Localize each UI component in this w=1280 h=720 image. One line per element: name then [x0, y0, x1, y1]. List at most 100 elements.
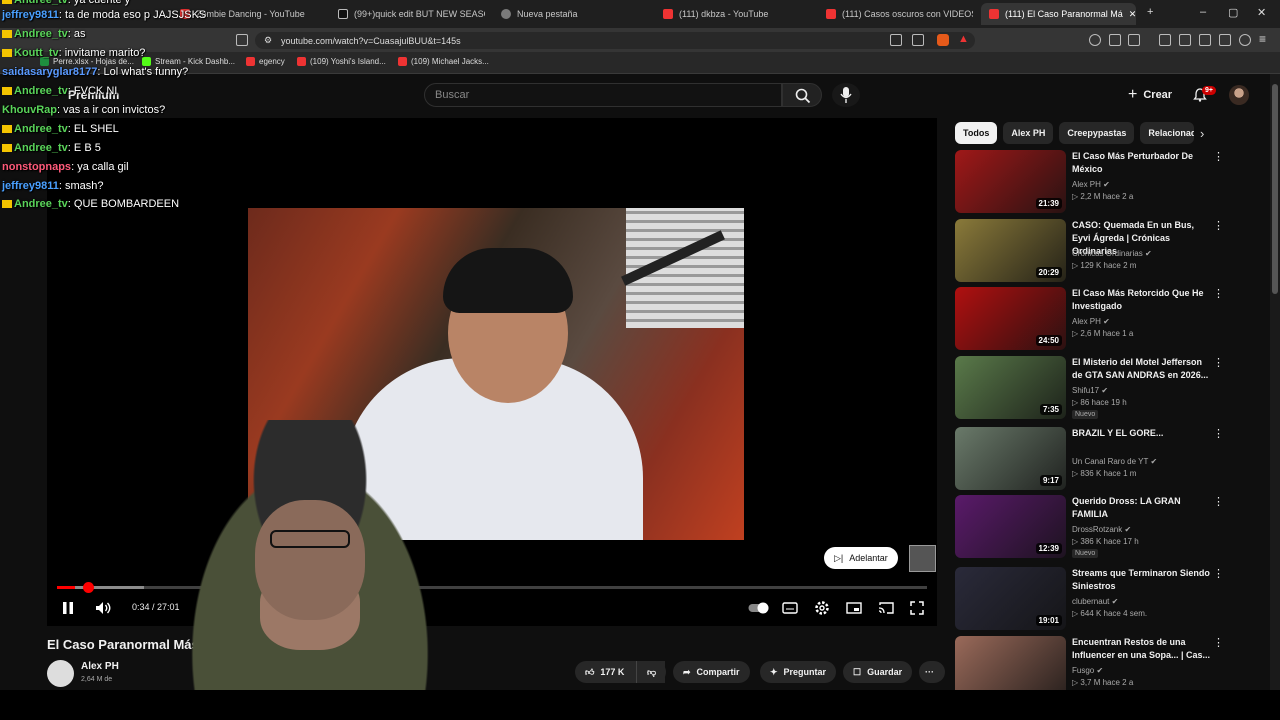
video-thumbnail[interactable]: 21:39 — [955, 150, 1066, 213]
cast-icon[interactable] — [890, 34, 902, 46]
related-video-channel[interactable]: Crónicas Ordinarias ✔ — [1072, 248, 1152, 260]
account-avatar[interactable] — [1229, 85, 1249, 105]
related-video-item[interactable]: 21:39 El Caso Más Perturbador De México Al… — [955, 150, 1225, 214]
bookmark-item[interactable]: (109) Yoshi's Island... — [297, 57, 386, 66]
more-vertical-icon[interactable]: ⋮ — [1213, 356, 1224, 369]
menu-icon[interactable]: ≡ — [1259, 32, 1266, 46]
pause-button[interactable] — [62, 598, 74, 618]
more-vertical-icon[interactable]: ⋮ — [1213, 287, 1224, 300]
chip-relacionado[interactable]: Relacionado — [1140, 122, 1195, 144]
rewards-icon[interactable]: ▲ — [958, 33, 969, 45]
more-vertical-icon[interactable]: ⋮ — [1213, 636, 1224, 649]
chat-username[interactable]: nonstopnaps — [2, 161, 71, 173]
more-actions-button[interactable]: ··· — [919, 661, 945, 683]
chip-todos[interactable]: Todos — [955, 122, 998, 144]
settings-button[interactable] — [814, 598, 830, 618]
page-scrollbar[interactable] — [1270, 74, 1280, 690]
scrollbar-thumb[interactable] — [1272, 84, 1278, 294]
new-tab-button[interactable]: + — [1147, 6, 1153, 18]
related-video-title[interactable]: Querido Dross: LA GRAN FAMILIA — [1072, 495, 1212, 521]
related-video-title[interactable]: El Caso Más Retorcido Que He Investigado — [1072, 287, 1212, 313]
video-thumbnail[interactable]: 20:29 — [955, 219, 1066, 282]
leo-ai-icon[interactable] — [1219, 34, 1231, 46]
voice-search-button[interactable] — [832, 83, 860, 107]
browser-tab[interactable]: (99+)quick edit BUT NEW SEASON — [330, 3, 485, 25]
related-video-channel[interactable]: DrossRotzank ✔ — [1072, 524, 1131, 536]
related-video-title[interactable]: El Caso Más Perturbador De México — [1072, 150, 1212, 176]
skip-button[interactable]: ▷| Adelantar — [824, 547, 898, 569]
more-vertical-icon[interactable]: ⋮ — [1213, 150, 1224, 163]
bookmark-item[interactable]: (109) Michael Jacks... — [398, 57, 489, 66]
close-tab-icon[interactable]: ✕ — [1129, 9, 1136, 20]
chat-username[interactable]: Andree_tv — [14, 28, 68, 40]
chat-username[interactable]: Andree_tv — [14, 123, 68, 135]
shield-icon[interactable] — [1239, 34, 1251, 46]
extensions-icon[interactable] — [1109, 34, 1121, 46]
miniplayer-button[interactable] — [846, 598, 862, 618]
video-thumbnail[interactable]: 12:39 — [955, 495, 1066, 558]
video-thumbnail[interactable]: 7:35 — [955, 356, 1066, 419]
search-button[interactable] — [782, 83, 822, 107]
more-vertical-icon[interactable]: ⋮ — [1213, 219, 1224, 232]
more-vertical-icon[interactable]: ⋮ — [1213, 495, 1224, 508]
related-video-channel[interactable]: Alex PH ✔ — [1072, 316, 1110, 328]
chat-username[interactable]: saidasaryglar8177 — [2, 66, 97, 78]
related-video-item[interactable]: 12:39 Querido Dross: LA GRAN FAMILIA Dross… — [955, 495, 1225, 559]
search-input[interactable]: Buscar — [424, 83, 782, 107]
more-vertical-icon[interactable]: ⋮ — [1213, 427, 1224, 440]
brave-shield-icon[interactable] — [937, 34, 949, 46]
video-thumbnail[interactable]: 24:50 — [955, 287, 1066, 350]
share-icon[interactable] — [912, 34, 924, 46]
chat-username[interactable]: Andree_tv — [14, 142, 68, 154]
dislike-button[interactable]: 👎︎ — [636, 661, 666, 683]
related-video-channel[interactable]: Un Canal Raro de YT ✔ — [1072, 456, 1157, 468]
wallet-icon[interactable] — [1199, 34, 1211, 46]
chat-username[interactable]: KhouvRap — [2, 104, 57, 116]
subtitles-button[interactable] — [782, 598, 798, 618]
related-video-item[interactable]: 7:35 El Misterio del Motel Jefferson de G… — [955, 356, 1225, 420]
skip-thumbnail[interactable] — [909, 545, 936, 572]
related-video-channel[interactable]: Alex PH ✔ — [1072, 179, 1110, 191]
share-button[interactable]: ➦ Compartir — [673, 661, 750, 683]
related-video-channel[interactable]: clubernaut ✔ — [1072, 596, 1118, 608]
chat-username[interactable]: Andree_tv — [14, 85, 68, 97]
fullscreen-button[interactable] — [910, 598, 924, 618]
related-video-channel[interactable]: Fusgo ✔ — [1072, 665, 1103, 677]
related-video-title[interactable]: El Misterio del Motel Jefferson de GTA S… — [1072, 356, 1212, 382]
ask-button[interactable]: ✦ Preguntar — [760, 661, 837, 683]
music-icon[interactable] — [1159, 34, 1171, 46]
channel-avatar[interactable] — [47, 660, 74, 687]
related-video-item[interactable]: 20:29 CASO: Quemada En un Bus, Eyvi Ágred… — [955, 219, 1225, 283]
related-video-channel[interactable]: Shifu17 ✔ — [1072, 385, 1108, 397]
related-video-item[interactable]: 24:50 El Caso Más Retorcido Que He Invest… — [955, 287, 1225, 351]
vpn-icon[interactable] — [1089, 34, 1101, 46]
sidebar-icon[interactable] — [1179, 34, 1191, 46]
chip-alex-ph[interactable]: Alex PH — [1003, 122, 1054, 144]
chat-username[interactable]: Andree_tv — [14, 0, 68, 6]
chevron-right-icon[interactable]: › — [1200, 126, 1204, 141]
screenshot-icon[interactable] — [1128, 34, 1140, 46]
cast-button[interactable] — [878, 598, 894, 618]
related-video-title[interactable]: Encuentran Restos de una Influencer en u… — [1072, 636, 1212, 662]
minimize-icon[interactable]: – — [1200, 6, 1206, 18]
related-video-item[interactable]: 19:01 Streams que Terminaron Siendo Sinie… — [955, 567, 1225, 631]
chip-creepypastas[interactable]: Creepypastas — [1059, 122, 1135, 144]
autoplay-toggle[interactable] — [748, 598, 770, 618]
volume-button[interactable] — [95, 598, 113, 618]
video-thumbnail[interactable]: 19:01 — [955, 567, 1066, 630]
create-button[interactable]: + Crear — [1128, 85, 1172, 105]
chat-username[interactable]: jeffrey9811 — [2, 9, 59, 21]
channel-name[interactable]: Alex PH — [81, 661, 119, 672]
chat-username[interactable]: Andree_tv — [14, 198, 68, 210]
save-button[interactable]: ☐ Guardar — [843, 661, 913, 683]
browser-tab[interactable]: (111) Casos oscuros con VIDEOS HO — [818, 3, 973, 25]
browser-tab-active[interactable]: (111) El Caso Paranormal Má ✕ — [981, 3, 1136, 25]
chat-username[interactable]: Koutt_tv — [14, 47, 59, 59]
maximize-icon[interactable]: ▢ — [1228, 6, 1238, 19]
related-video-title[interactable]: BRAZIL Y EL GORE... — [1072, 427, 1212, 440]
video-thumbnail[interactable]: 9:17 — [955, 427, 1066, 490]
related-video-item[interactable]: 9:17 BRAZIL Y EL GORE... Un Canal Raro de … — [955, 427, 1225, 491]
related-video-title[interactable]: Streams que Terminaron Siendo Siniestros — [1072, 567, 1212, 593]
url-bar[interactable]: ⚙ youtube.com/watch?v=CuasajulBUU&t=145s — [255, 32, 975, 49]
more-vertical-icon[interactable]: ⋮ — [1213, 567, 1224, 580]
